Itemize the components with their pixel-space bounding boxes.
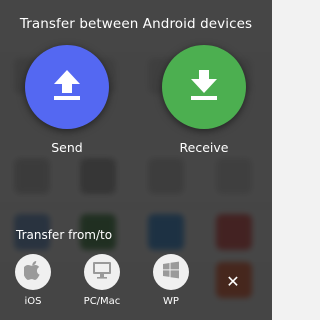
transfer-from-to-label: Transfer from/to [16,228,113,242]
apple-icon [23,260,42,284]
pc-mac-button[interactable] [84,254,120,290]
windows-icon [162,261,180,283]
download-icon [189,68,219,106]
receive-label: Receive [179,140,229,155]
close-icon: ✕ [226,272,240,291]
send-label: Send [51,140,83,155]
dialog-title: Transfer between Android devices [19,16,253,32]
wp-label: WP [163,296,179,307]
ios-label: iOS [24,296,42,307]
upload-icon [52,68,82,106]
receive-button[interactable] [162,45,246,129]
pc-mac-label: PC/Mac [83,296,121,307]
close-button[interactable]: ✕ [224,273,242,291]
wp-button[interactable] [153,254,189,290]
send-button[interactable] [25,45,109,129]
monitor-icon [92,261,112,283]
ios-button[interactable] [15,254,51,290]
